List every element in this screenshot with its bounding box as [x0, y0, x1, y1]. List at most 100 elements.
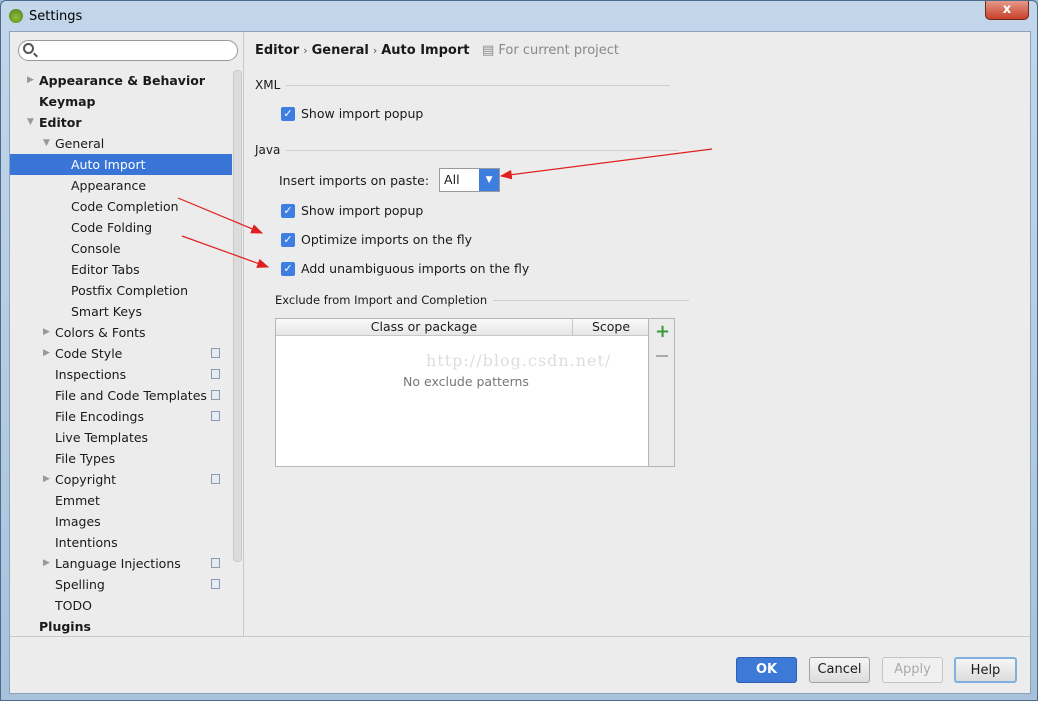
sidebar-item[interactable]: Editor Tabs [10, 259, 232, 280]
sidebar-item[interactable]: ▶ Colors & Fonts [10, 322, 232, 343]
exclude-table: Class or package Scope http://blog.csdn.… [275, 318, 675, 467]
checkbox-checked-icon: ✓ [281, 203, 295, 218]
project-scope-icon [211, 558, 220, 568]
sidebar-item[interactable]: File Encodings [10, 406, 232, 427]
sidebar-item[interactable]: Emmet [10, 490, 232, 511]
checkbox-label: Show import popup [301, 106, 424, 121]
sidebar-item[interactable]: File and Code Templates [10, 385, 232, 406]
sidebar-scrollbar[interactable] [233, 70, 242, 562]
remove-icon[interactable] [656, 355, 668, 357]
column-header-scope[interactable]: Scope [573, 319, 649, 335]
project-scope-icon [211, 474, 220, 484]
android-studio-icon [9, 9, 23, 23]
sidebar-item-label: Code Completion [71, 199, 179, 214]
sidebar-item-label: Appearance & Behavior [39, 73, 205, 88]
sidebar-item[interactable]: ▶ Appearance & Behavior [10, 70, 232, 91]
sidebar-item[interactable]: Keymap [10, 91, 232, 112]
add-unambiguous-imports-checkbox[interactable]: ✓ Add unambiguous imports on the fly [281, 261, 529, 276]
insert-imports-row: Insert imports on paste: All ▼ [279, 168, 501, 192]
sidebar-item[interactable]: Spelling [10, 574, 232, 595]
optimize-imports-checkbox[interactable]: ✓ Optimize imports on the fly [281, 232, 472, 247]
sidebar-item[interactable]: Smart Keys [10, 301, 232, 322]
expanded-arrow-icon[interactable]: ▼ [27, 112, 34, 133]
sidebar-item-label: Appearance [71, 178, 147, 193]
sidebar-item[interactable]: Postfix Completion [10, 280, 232, 301]
dropdown-value: All [444, 172, 460, 187]
collapsed-arrow-icon[interactable]: ▶ [43, 553, 50, 574]
sidebar-item[interactable]: Images [10, 511, 232, 532]
sidebar-item[interactable]: Console [10, 238, 232, 259]
sidebar-item[interactable]: ▶ Copyright [10, 469, 232, 490]
project-scope-icon: ▤ [481, 43, 495, 58]
search-input[interactable] [18, 40, 238, 61]
settings-tree: ▶ Appearance & Behavior Keymap ▼ Editor ▼ Gene… [10, 70, 232, 637]
sidebar-item[interactable]: Intentions [10, 532, 232, 553]
expanded-arrow-icon[interactable]: ▼ [43, 133, 50, 154]
empty-text: No exclude patterns [403, 374, 529, 389]
sidebar-item-label: File and Code Templates [55, 388, 207, 403]
ok-button[interactable]: OK [736, 657, 797, 683]
collapsed-arrow-icon[interactable]: ▶ [43, 469, 50, 490]
sidebar-item-label: Images [55, 514, 101, 529]
java-section: Java [255, 143, 679, 157]
sidebar-item-label: Code Folding [71, 220, 153, 235]
sidebar-item[interactable]: ▼ General [10, 133, 232, 154]
xml-show-import-popup-checkbox[interactable]: ✓ Show import popup [281, 106, 423, 121]
sidebar-item-label: Inspections [55, 367, 127, 382]
insert-imports-label: Insert imports on paste: [279, 172, 430, 188]
java-show-import-popup-checkbox[interactable]: ✓ Show import popup [281, 203, 423, 218]
sidebar-item[interactable]: Code Folding [10, 217, 232, 238]
collapsed-arrow-icon[interactable]: ▶ [43, 343, 50, 364]
collapsed-arrow-icon[interactable]: ▶ [27, 70, 34, 91]
section-title: XML [255, 78, 281, 92]
chevron-down-icon: ▼ [479, 169, 500, 191]
dialog-body: ▶ Appearance & Behavior Keymap ▼ Editor ▼ Gene… [9, 31, 1031, 694]
sidebar-item-label: Editor Tabs [71, 262, 140, 277]
breadcrumb-item: Editor [255, 43, 300, 58]
sidebar-item-label: Auto Import [71, 157, 146, 172]
close-button[interactable]: x [985, 1, 1029, 20]
sidebar-item-label: General [55, 136, 105, 151]
checkbox-checked-icon: ✓ [281, 106, 295, 121]
watermark: http://blog.csdn.net/ [426, 351, 612, 370]
breadcrumb-item: General [311, 43, 369, 58]
sidebar-item-label: Intentions [55, 535, 118, 550]
sidebar-item-label: TODO [55, 598, 92, 613]
sidebar-item[interactable]: ▶ Code Style [10, 343, 232, 364]
sidebar-item[interactable]: TODO [10, 595, 232, 616]
sidebar-item[interactable]: Inspections [10, 364, 232, 385]
sidebar-item[interactable]: File Types [10, 448, 232, 469]
sidebar-item-label: Language Injections [55, 556, 181, 571]
sidebar-item-label: Colors & Fonts [55, 325, 146, 340]
sidebar-item-label: Spelling [55, 577, 105, 592]
sidebar-item[interactable]: Live Templates [10, 427, 232, 448]
sidebar-item-label: Smart Keys [71, 304, 142, 319]
sidebar-item[interactable]: Appearance [10, 175, 232, 196]
add-icon[interactable]: + [655, 321, 670, 342]
sidebar-item-label: Keymap [39, 94, 96, 109]
xml-section: XML [255, 78, 671, 92]
sidebar-item-label: File Types [55, 451, 116, 466]
sidebar-item[interactable]: ▶ Language Injections [10, 553, 232, 574]
help-button[interactable]: Help [954, 657, 1017, 683]
project-scope-icon [211, 579, 220, 589]
sidebar-item[interactable]: Auto Import [10, 154, 232, 175]
sidebar-item-label: File Encodings [55, 409, 145, 424]
sidebar-item-label: Emmet [55, 493, 100, 508]
project-scope-icon [211, 348, 220, 358]
section-title: Java [255, 143, 281, 157]
sidebar-item[interactable]: Code Completion [10, 196, 232, 217]
sidebar-item-label: Editor [39, 115, 82, 130]
checkbox-checked-icon: ✓ [281, 232, 295, 247]
dialog-footer: OK Cancel Apply Help [10, 636, 1030, 693]
sidebar-item[interactable]: Plugins [10, 616, 232, 637]
collapsed-arrow-icon[interactable]: ▶ [43, 322, 50, 343]
breadcrumb: Editor › General › Auto Import ▤ For current… [255, 43, 619, 58]
column-header-class[interactable]: Class or package [276, 319, 573, 335]
settings-window: Settings x ▶ Appearance & Behavior Keymap ▼… [0, 0, 1038, 701]
apply-button[interactable]: Apply [882, 657, 943, 683]
sidebar-item[interactable]: ▼ Editor [10, 112, 232, 133]
breadcrumb-separator-icon: › [303, 44, 308, 57]
cancel-button[interactable]: Cancel [809, 657, 870, 683]
insert-imports-dropdown[interactable]: All ▼ [439, 168, 501, 192]
